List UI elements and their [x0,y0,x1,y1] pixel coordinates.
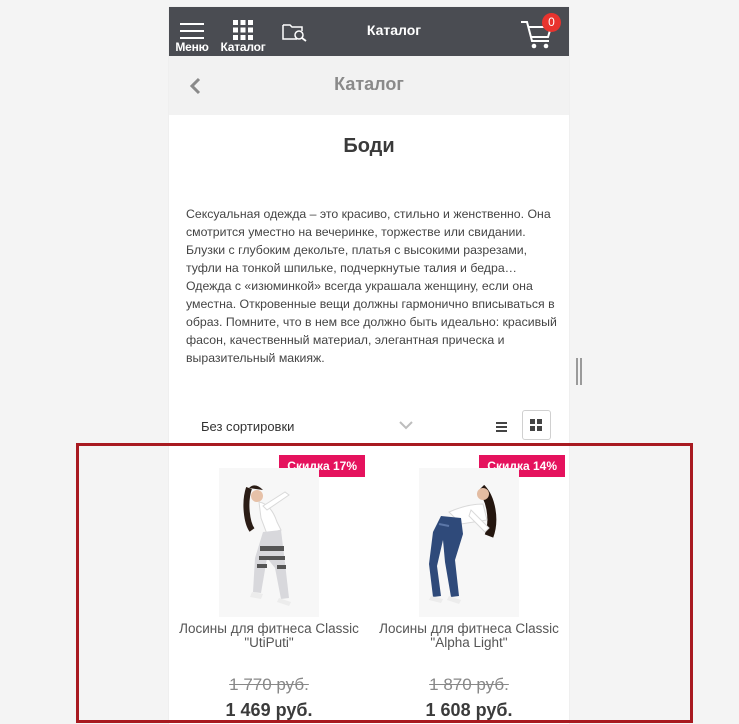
old-price: 1 770 руб. [229,675,309,694]
menu-label: Меню [175,40,209,54]
product-card[interactable]: Скидка 14% Лосины для фитнеса Classic "A… [369,453,569,723]
model-photo-icon [419,468,519,617]
sub-header: Каталог [169,56,569,115]
chevron-down-icon [399,421,413,430]
product-image[interactable] [419,468,519,617]
current-price: 1 469 руб. [225,700,313,720]
hamburger-icon [180,23,204,39]
folder-search-icon [282,24,307,42]
menu-button[interactable]: Меню [171,7,213,56]
mobile-viewport: Меню Каталог Каталог 0 Каталог Боди Секс… [169,7,569,724]
cart-button[interactable]: 0 [519,13,563,53]
catalog-button[interactable]: Каталог [216,7,270,56]
chevron-left-icon [189,77,201,95]
list-view-button[interactable] [487,412,517,442]
category-description: Сексуальная одежда – это красиво, стильн… [186,207,557,365]
sort-dropdown[interactable]: Без сортировки [185,410,420,440]
page-title: Боди [343,135,395,157]
old-price: 1 870 руб. [429,675,509,694]
catalog-label: Каталог [220,40,266,54]
list-icon [496,422,507,432]
screen: Меню Каталог Каталог 0 Каталог Боди Секс… [0,0,739,724]
sort-selected-value: Без сортировки [201,419,295,434]
grid-view-button[interactable] [522,410,551,440]
grid-icon [233,20,253,40]
product-name[interactable]: Лосины для фитнеса Classic "Alpha Light" [379,622,559,650]
back-button[interactable] [185,74,207,98]
cart-count-badge: 0 [542,13,561,32]
scrollbar-handle[interactable] [575,358,583,385]
drag-handle-icon [576,358,582,385]
current-price: 1 608 руб. [425,700,513,720]
top-nav-bar: Меню Каталог Каталог 0 [169,7,569,56]
product-card[interactable]: Скидка 17% Лосины для фитнеса Classic "U… [169,453,369,723]
product-image[interactable] [219,468,319,617]
folder-search-button[interactable] [281,21,309,43]
model-photo-icon [219,468,319,617]
product-name[interactable]: Лосины для фитнеса Classic "UtiPuti" [179,622,359,650]
sub-header-title: Каталог [334,74,404,94]
tiles-icon [530,419,542,431]
topbar-title: Каталог [366,22,422,38]
